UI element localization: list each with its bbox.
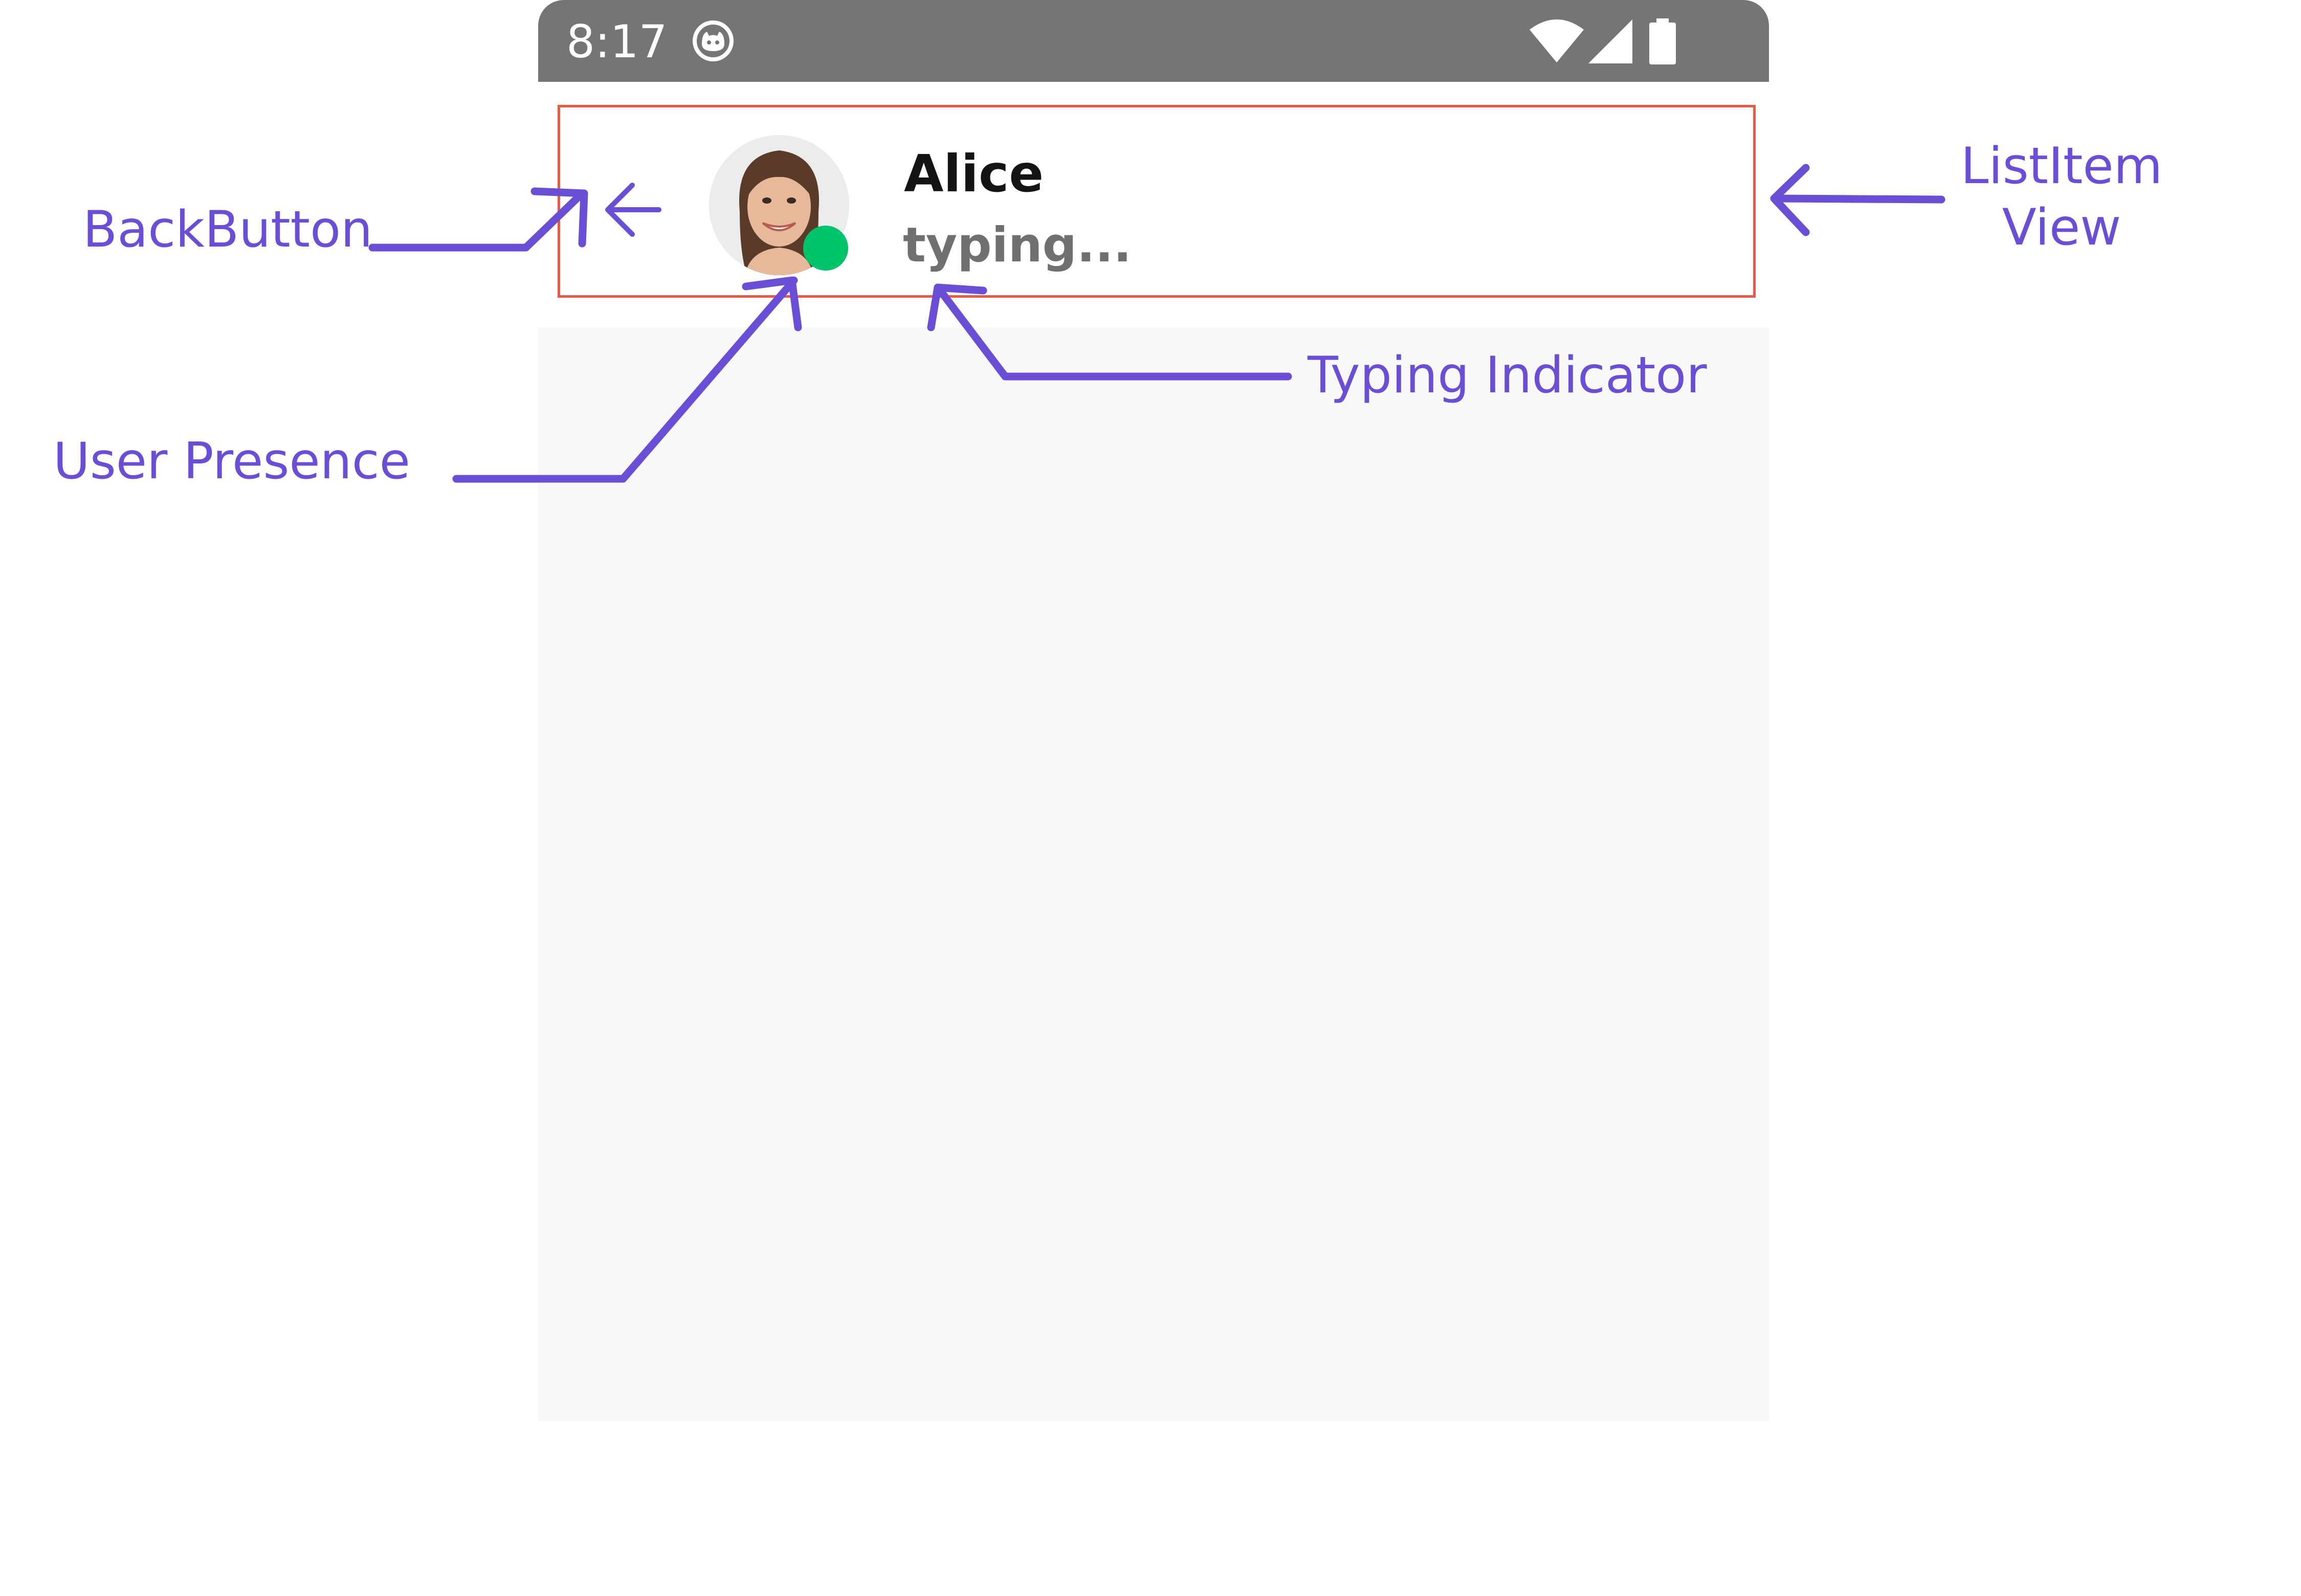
message-list-area: [538, 327, 1769, 1421]
listitem-view-highlight: [558, 105, 1756, 298]
annotation-listitem-line2: View: [2002, 198, 2121, 257]
wifi-icon: [1530, 19, 1584, 62]
annotation-listitem-line1: ListItem: [1960, 137, 2163, 195]
annotation-back-button: BackButton: [83, 201, 373, 259]
status-bar: 8:17: [538, 0, 1769, 82]
annotation-typing-indicator: Typing Indicator: [1308, 346, 1707, 405]
cellular-signal-icon: [1588, 19, 1632, 63]
annotation-user-presence: User Presence: [53, 432, 410, 491]
status-time: 8:17: [566, 15, 668, 68]
status-icons: [1529, 18, 1682, 64]
listitem-view-pointer-arrow: [1770, 164, 1945, 236]
cat-app-icon: [693, 20, 734, 61]
battery-icon: [1649, 18, 1676, 64]
annotation-listitem-view: ListItem View: [1954, 136, 2169, 258]
